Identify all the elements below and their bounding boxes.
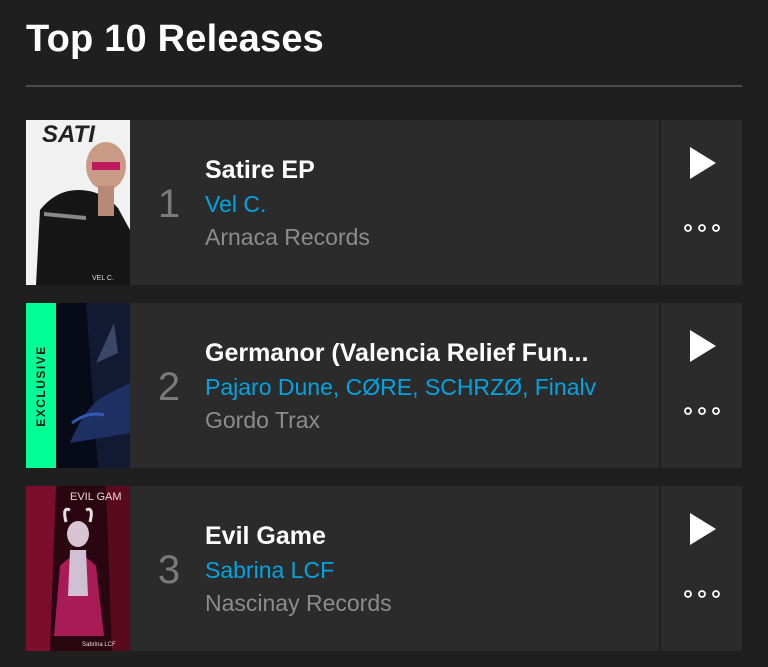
release-rank: 1	[157, 182, 181, 226]
svg-text:EVIL GAM: EVIL GAM	[70, 491, 122, 503]
play-button[interactable]	[688, 330, 718, 362]
release-info: 2 Germanor (Valencia Relief Fun... Pajar…	[130, 303, 659, 468]
artwork-evil-game-image: EVIL GAM Sabrina LCF	[26, 486, 130, 651]
release-row: SATI VEL C. 1 Satire EP Vel C. Arnaca Re…	[26, 120, 742, 285]
release-title[interactable]: Germanor (Valencia Relief Fun...	[205, 339, 605, 368]
release-info: 3 Evil Game Sabrina LCF Nascinay Records	[130, 486, 659, 651]
release-actions	[661, 303, 742, 468]
more-options-button[interactable]	[683, 584, 721, 604]
release-title[interactable]: Evil Game	[205, 522, 605, 551]
exclusive-badge-label: EXCLUSIVE	[34, 344, 49, 427]
release-row: EXCLUSIVE 2 Germanor (Valencia Relief Fu…	[26, 303, 742, 468]
more-icon	[684, 407, 720, 415]
release-rank: 2	[157, 365, 181, 409]
svg-text:SATI: SATI	[42, 121, 96, 148]
release-artists[interactable]: Pajaro Dune, CØRE, SCHRZØ, Finalv	[205, 374, 605, 401]
release-artists[interactable]: Vel C.	[205, 191, 605, 218]
release-rank: 3	[157, 548, 181, 592]
more-icon	[684, 224, 720, 232]
release-actions	[661, 486, 742, 651]
release-actions	[661, 120, 742, 285]
more-options-button[interactable]	[683, 401, 721, 421]
play-button[interactable]	[688, 147, 718, 179]
release-label[interactable]: Gordo Trax	[205, 407, 605, 434]
divider	[26, 85, 742, 87]
exclusive-badge: EXCLUSIVE	[26, 303, 56, 468]
release-artists[interactable]: Sabrina LCF	[205, 557, 605, 584]
top-releases-section: Top 10 Releases SATI VEL C. 1 Satire EP	[0, 0, 768, 667]
play-icon	[690, 330, 716, 362]
release-artwork[interactable]: SATI VEL C.	[26, 120, 130, 285]
release-row: EVIL GAM Sabrina LCF 3 Evil Game Sabrina…	[26, 486, 742, 651]
svg-text:VEL C.: VEL C.	[92, 275, 114, 282]
more-icon	[684, 590, 720, 598]
release-list: SATI VEL C. 1 Satire EP Vel C. Arnaca Re…	[26, 120, 742, 667]
release-label[interactable]: Arnaca Records	[205, 224, 605, 251]
more-options-button[interactable]	[683, 218, 721, 238]
section-title: Top 10 Releases	[26, 18, 325, 60]
release-label[interactable]: Nascinay Records	[205, 590, 605, 617]
play-icon	[690, 513, 716, 545]
release-info: 1 Satire EP Vel C. Arnaca Records	[130, 120, 659, 285]
release-artwork[interactable]: EXCLUSIVE	[26, 303, 130, 468]
play-icon	[690, 147, 716, 179]
svg-text:Sabrina LCF: Sabrina LCF	[82, 642, 116, 648]
release-artwork[interactable]: EVIL GAM Sabrina LCF	[26, 486, 130, 651]
play-button[interactable]	[688, 513, 718, 545]
artwork-satire-image: SATI VEL C.	[26, 120, 130, 285]
release-title[interactable]: Satire EP	[205, 156, 605, 185]
